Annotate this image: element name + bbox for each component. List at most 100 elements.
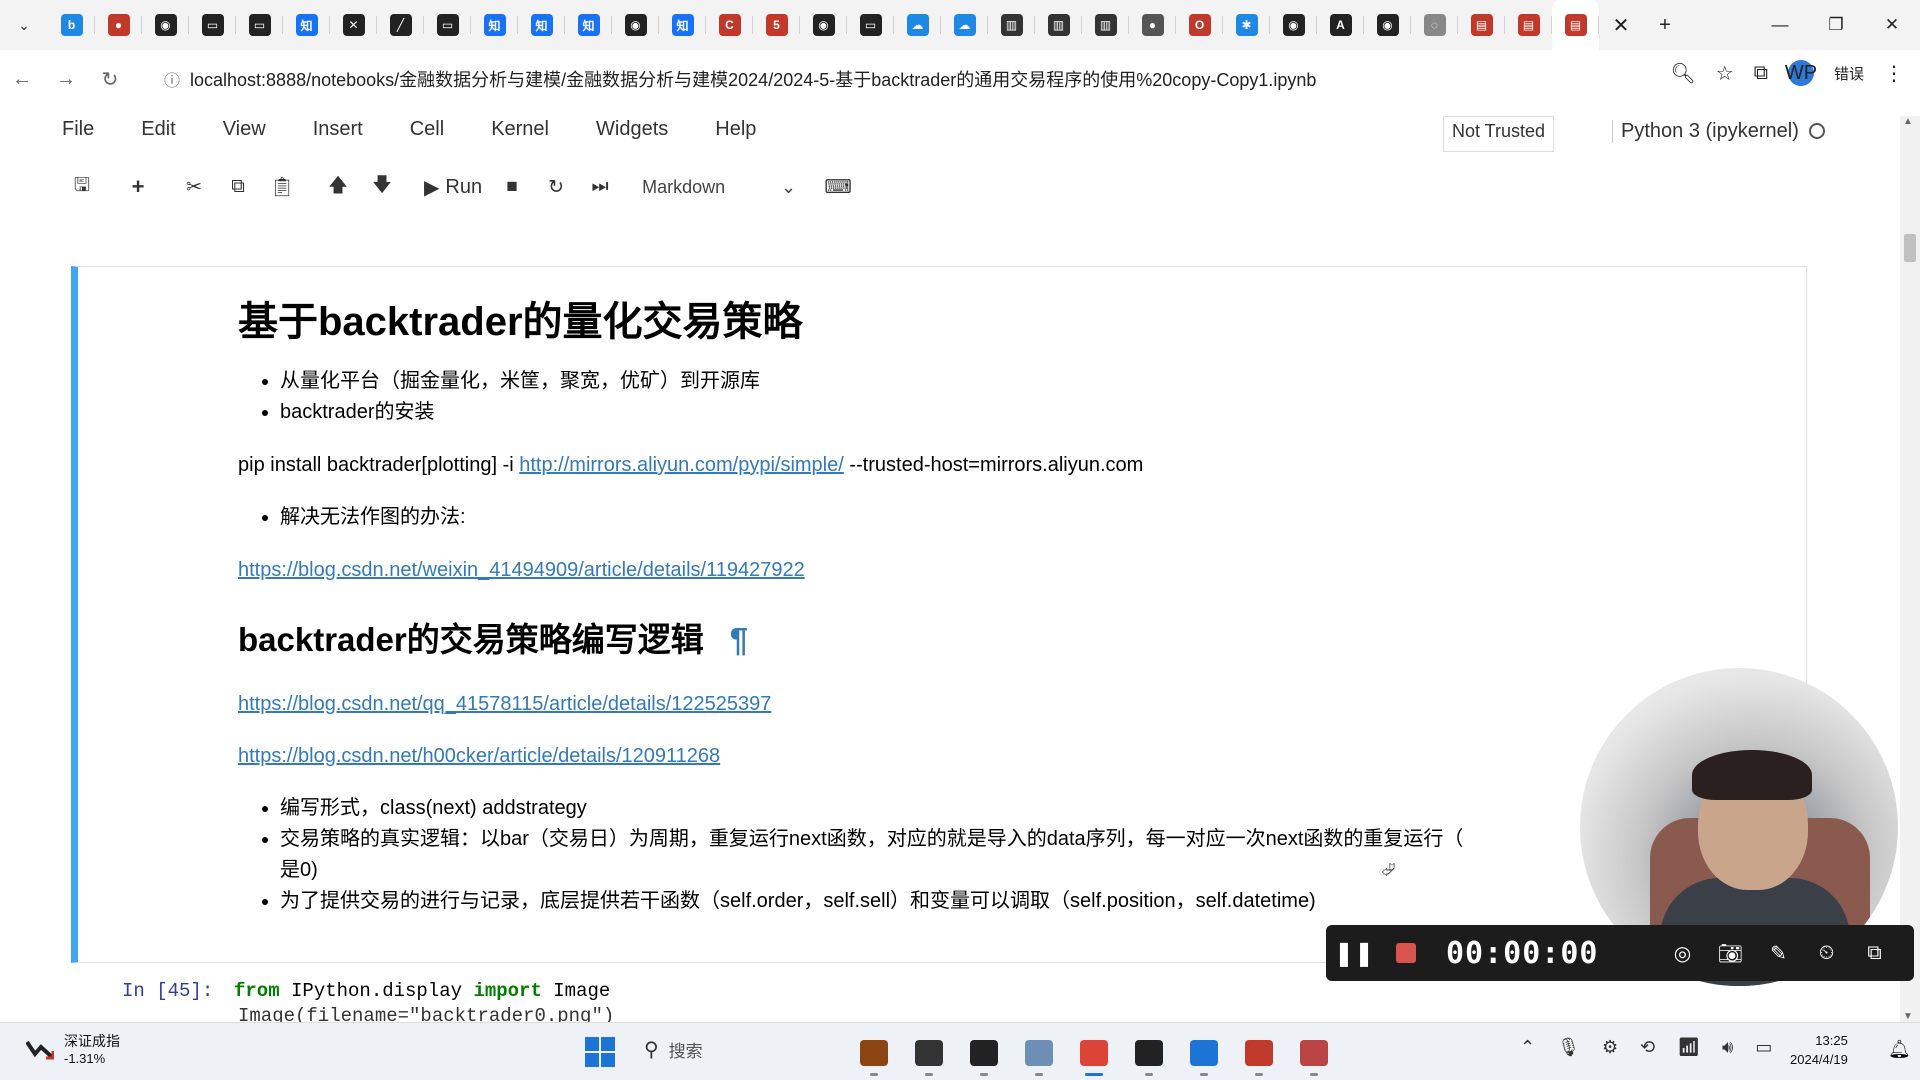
menu-edit[interactable]: Edit bbox=[141, 118, 175, 141]
browser-tab[interactable]: O bbox=[1176, 0, 1223, 50]
windows-start-icon[interactable] bbox=[585, 1037, 615, 1067]
browser-tab[interactable]: 知 bbox=[518, 0, 565, 50]
forward-icon[interactable]: → bbox=[44, 68, 88, 91]
paste-icon[interactable]: 📋︎ bbox=[260, 168, 304, 206]
browser-tab[interactable]: 知 bbox=[283, 0, 330, 50]
restart-icon[interactable]: ↻ bbox=[534, 168, 578, 206]
browser-tab[interactable]: ▭ bbox=[236, 0, 283, 50]
browser-tab[interactable]: ▭ bbox=[424, 0, 471, 50]
browser-tab[interactable]: ◉ bbox=[142, 0, 189, 50]
taskbar-search[interactable]: ⚲ 搜索 bbox=[644, 1037, 703, 1062]
pause-icon[interactable]: ❚❚ bbox=[1326, 939, 1382, 968]
volume-icon[interactable]: 🔊︎ bbox=[1722, 1037, 1733, 1058]
browser-tab[interactable]: ● bbox=[95, 0, 142, 50]
browser-tab[interactable]: ▤ bbox=[1458, 0, 1505, 50]
taskbar-app[interactable] bbox=[1011, 1033, 1066, 1076]
browser-tab[interactable]: b bbox=[48, 0, 95, 50]
pen-icon[interactable]: ✎ bbox=[1755, 941, 1803, 966]
taskbar-app[interactable] bbox=[1121, 1033, 1176, 1076]
browser-tab[interactable]: ▤ bbox=[1505, 0, 1552, 50]
menu-widgets[interactable]: Widgets bbox=[596, 118, 668, 141]
browser-tab[interactable]: ▭ bbox=[847, 0, 894, 50]
browser-tab[interactable]: ╱ bbox=[377, 0, 424, 50]
anchor-link-icon[interactable]: ¶ bbox=[730, 621, 748, 658]
browser-tab[interactable]: 知 bbox=[471, 0, 518, 50]
battery-icon[interactable]: ▭ bbox=[1755, 1037, 1772, 1058]
taskbar-app[interactable] bbox=[1231, 1033, 1286, 1076]
cut-icon[interactable]: ✂ bbox=[172, 168, 216, 206]
save-icon[interactable]: 🖫 bbox=[60, 168, 104, 206]
browser-tab[interactable]: A bbox=[1317, 0, 1364, 50]
reload-icon[interactable]: ↻ bbox=[88, 67, 132, 92]
scroll-thumb[interactable] bbox=[1904, 234, 1916, 262]
minimize-icon[interactable]: — bbox=[1752, 0, 1808, 50]
browser-tab[interactable]: 知 bbox=[659, 0, 706, 50]
csdn-link-3[interactable]: https://blog.csdn.net/h00cker/article/de… bbox=[238, 745, 720, 767]
taskbar-app[interactable] bbox=[1176, 1033, 1231, 1076]
restore-icon[interactable]: ❐ bbox=[1808, 0, 1864, 50]
insert-cell-icon[interactable]: + bbox=[116, 168, 160, 206]
profile-avatar[interactable]: WP bbox=[1785, 60, 1817, 86]
taskbar-clock[interactable]: 13:25 2024/4/19 bbox=[1790, 1031, 1848, 1069]
taskbar-app[interactable] bbox=[846, 1033, 901, 1076]
close-window-icon[interactable]: ✕ bbox=[1864, 0, 1920, 50]
tab-list-chevron-icon[interactable]: ⌄ bbox=[0, 17, 48, 34]
tray-overflow-icon[interactable]: ⌃ bbox=[1520, 1037, 1535, 1058]
restart-run-all-icon[interactable]: ⏭ bbox=[578, 168, 622, 206]
browser-tab[interactable]: ▤ bbox=[1552, 0, 1599, 50]
stop-record-icon[interactable] bbox=[1396, 943, 1416, 963]
browser-tab[interactable]: 5 bbox=[753, 0, 800, 50]
browser-tab[interactable]: ☁ bbox=[941, 0, 988, 50]
copy-icon[interactable]: ⧉ bbox=[216, 168, 260, 206]
pip-mirror-link[interactable]: http://mirrors.aliyun.com/pypi/simple/ bbox=[519, 454, 844, 476]
browser-tab[interactable]: ◉ bbox=[1364, 0, 1411, 50]
bookmark-star-icon[interactable]: ☆ bbox=[1716, 61, 1734, 86]
error-label[interactable]: 错误 bbox=[1834, 63, 1864, 84]
more-menu-icon[interactable]: ⋮ bbox=[1884, 61, 1904, 86]
wifi-icon[interactable]: 📶︎ bbox=[1677, 1037, 1700, 1058]
run-button[interactable]: ▶ Run bbox=[416, 175, 490, 200]
tray-app-icon[interactable]: ⚙ bbox=[1602, 1037, 1618, 1058]
cell-type-select[interactable]: Markdown ⌄ bbox=[634, 169, 804, 205]
menu-insert[interactable]: Insert bbox=[313, 118, 363, 141]
timer-icon[interactable]: ⏲ bbox=[1803, 942, 1851, 965]
browser-tab[interactable]: C bbox=[706, 0, 753, 50]
extensions-icon[interactable]: ⧉ bbox=[1754, 62, 1768, 85]
screenshot-icon[interactable]: 📷︎ bbox=[1707, 941, 1755, 966]
taskbar-app[interactable] bbox=[1286, 1033, 1341, 1076]
trusted-indicator[interactable]: Not Trusted bbox=[1443, 116, 1555, 152]
browser-tab[interactable]: ✕ bbox=[330, 0, 377, 50]
menu-file[interactable]: File bbox=[62, 118, 94, 141]
interrupt-icon[interactable]: ■ bbox=[490, 168, 534, 206]
code-cell-input[interactable]: In [45]: from IPython.display import Imag… bbox=[122, 980, 610, 1002]
browser-tab[interactable]: ◉ bbox=[1270, 0, 1317, 50]
camera-toggle-icon[interactable]: ◎ bbox=[1659, 941, 1707, 966]
browser-tab[interactable]: ▥ bbox=[1082, 0, 1129, 50]
browser-tab[interactable]: ▭ bbox=[189, 0, 236, 50]
browser-tab[interactable]: ● bbox=[1129, 0, 1176, 50]
browser-tab[interactable]: ☁ bbox=[894, 0, 941, 50]
scroll-down-icon[interactable]: ▼ bbox=[1903, 1011, 1913, 1022]
move-down-icon[interactable]: 🡇 bbox=[360, 168, 404, 206]
scroll-up-icon[interactable]: ▲ bbox=[1903, 116, 1913, 127]
menu-help[interactable]: Help bbox=[715, 118, 756, 141]
back-icon[interactable]: ← bbox=[0, 68, 44, 91]
browser-tab[interactable]: ▥ bbox=[1035, 0, 1082, 50]
minimize-recorder-icon[interactable]: ⧉ bbox=[1851, 942, 1899, 965]
notification-icon[interactable]: 🔔︎ bbox=[1888, 1039, 1911, 1060]
page-scrollbar[interactable]: ▲ ▼ bbox=[1900, 116, 1920, 1022]
site-info-icon[interactable]: ⓘ bbox=[150, 67, 194, 91]
browser-tab[interactable]: ◉ bbox=[800, 0, 847, 50]
browser-tab[interactable]: ▥ bbox=[988, 0, 1035, 50]
microphone-icon[interactable]: 🎙︎ bbox=[1557, 1037, 1580, 1058]
browser-tab[interactable]: ◉ bbox=[612, 0, 659, 50]
url-field[interactable]: localhost:8888/notebooks/金融数据分析与建模/金融数据分… bbox=[190, 66, 1316, 92]
stock-widget[interactable]: 深证成指 -1.31% bbox=[26, 1031, 120, 1066]
keyboard-icon[interactable]: ⌨ bbox=[816, 168, 860, 206]
close-tab-icon[interactable]: ✕ bbox=[1599, 13, 1643, 38]
new-tab-icon[interactable]: + bbox=[1643, 14, 1687, 37]
menu-cell[interactable]: Cell bbox=[410, 118, 444, 141]
kernel-indicator[interactable]: Python 3 (ipykernel) bbox=[1612, 120, 1825, 143]
csdn-link-1[interactable]: https://blog.csdn.net/weixin_41494909/ar… bbox=[238, 559, 805, 581]
menu-kernel[interactable]: Kernel bbox=[491, 118, 549, 141]
